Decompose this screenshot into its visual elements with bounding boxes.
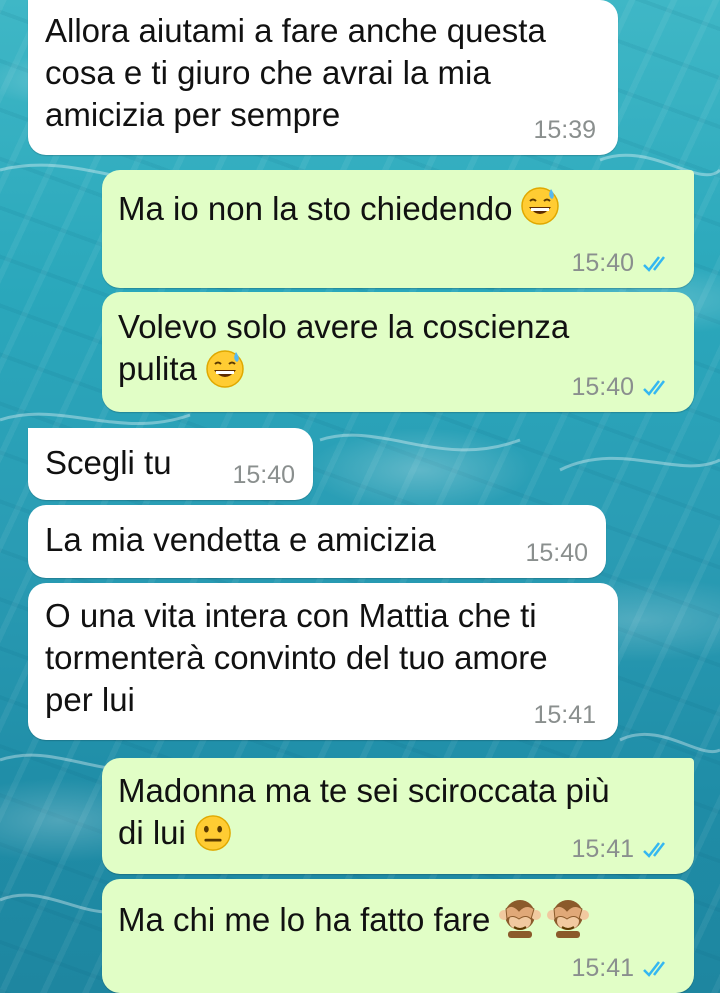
message-text: Ma io non la sto chiedendo: [118, 189, 513, 227]
message-text: Madonna ma te sei sciroccata più di lui: [118, 772, 610, 851]
message-bubble-incoming[interactable]: La mia vendetta e amicizia 15:40: [28, 505, 606, 578]
read-double-check-icon: [643, 379, 665, 396]
message-text: La mia vendetta e amicizia: [45, 521, 436, 558]
read-double-check-icon: [643, 255, 665, 272]
message-bubble-outgoing[interactable]: Ma chi me lo ha fatto fare 15:41: [102, 879, 694, 993]
message-text: Allora aiutami a fare anche questa cosa …: [45, 12, 546, 133]
message-time: 15:41: [533, 701, 596, 729]
message-time: 15:40: [571, 249, 634, 277]
message-text: Ma chi me lo ha fatto fare: [118, 900, 491, 938]
message-time: 15:40: [525, 539, 588, 567]
sweat-smile-emoji-icon: [205, 349, 245, 394]
neutral-face-emoji-icon: [194, 814, 232, 857]
message-time: 15:40: [232, 461, 295, 489]
message-bubble-incoming[interactable]: Allora aiutami a fare anche questa cosa …: [28, 0, 618, 155]
read-double-check-icon: [643, 841, 665, 858]
message-bubble-outgoing[interactable]: Volevo solo avere la coscienza pulita 15…: [102, 292, 694, 412]
see-no-evil-monkey-icon: [498, 895, 542, 944]
message-bubble-incoming[interactable]: Scegli tu 15:40: [28, 428, 313, 500]
message-bubble-outgoing[interactable]: Ma io non la sto chiedendo 15:40: [102, 170, 694, 288]
message-bubble-outgoing[interactable]: Madonna ma te sei sciroccata più di lui …: [102, 758, 694, 874]
message-time: 15:41: [571, 954, 634, 982]
message-text: Scegli tu: [45, 444, 172, 481]
message-time: 15:39: [533, 116, 596, 144]
sweat-smile-emoji-icon: [520, 186, 560, 231]
message-text: O una vita intera con Mattia che ti torm…: [45, 597, 548, 718]
message-bubble-incoming[interactable]: O una vita intera con Mattia che ti torm…: [28, 583, 618, 740]
see-no-evil-monkey-icon: [546, 895, 590, 944]
message-text: Volevo solo avere la coscienza pulita: [118, 308, 570, 387]
message-time: 15:40: [571, 373, 634, 401]
read-double-check-icon: [643, 960, 665, 977]
message-time: 15:41: [571, 835, 634, 863]
